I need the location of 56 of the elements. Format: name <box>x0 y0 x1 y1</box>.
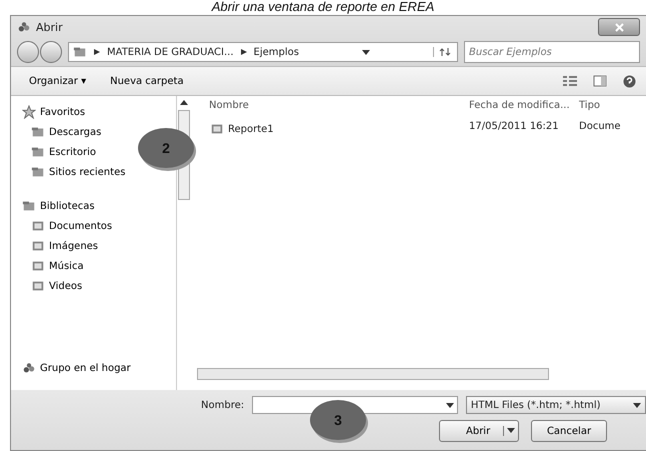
caption: Abrir una ventana de reporte en EREA <box>210 0 436 15</box>
sidebar-item[interactable]: Imágenes <box>21 238 100 254</box>
sidebar-item[interactable]: Descargas <box>21 124 102 140</box>
folder-icon <box>31 165 45 179</box>
file-item[interactable]: Reporte1 <box>209 121 469 137</box>
breadcrumb[interactable]: MATERIA DE GRADUACI... <box>107 46 234 58</box>
document-icon <box>31 279 45 293</box>
cancel-button[interactable]: Cancelar <box>531 420 607 442</box>
table-cell-text: 17/05/2011 16:21 <box>469 121 560 134</box>
folder-icon <box>31 125 45 139</box>
open-button[interactable]: Abrir <box>439 420 519 442</box>
column-header[interactable]: Nombre <box>209 100 469 111</box>
app-icon <box>17 20 31 34</box>
help-icon[interactable] <box>623 74 636 88</box>
refresh-icon[interactable] <box>432 47 453 57</box>
sidebar-item[interactable]: Grupo en el hogar <box>21 360 132 376</box>
dropdown-arrow-icon[interactable] <box>507 426 515 434</box>
filetype-dropdown[interactable]: HTML Files (*.htm; *.html) <box>466 396 646 414</box>
table-cell-text: Docume <box>579 121 622 134</box>
close-icon <box>614 22 624 32</box>
search-field[interactable]: Buscar Ejemplos <box>464 41 640 63</box>
folder-icon <box>31 145 45 159</box>
document-icon <box>210 122 224 136</box>
scroll-up-icon[interactable] <box>180 98 188 106</box>
folder-icon <box>73 45 87 59</box>
people-icon <box>22 361 36 375</box>
view-icon[interactable] <box>563 74 577 86</box>
column-header[interactable]: Fecha de modifica... <box>469 100 579 111</box>
toolbar-button[interactable]: Organizar ▾ <box>21 74 94 88</box>
breadcrumb[interactable]: Ejemplos <box>254 46 299 58</box>
star-icon <box>22 105 36 119</box>
document-icon <box>31 239 45 253</box>
dropdown-arrow-icon[interactable] <box>633 401 641 409</box>
dropdown-arrow-icon[interactable] <box>362 48 370 56</box>
sidebar-item[interactable]: Sitios recientes <box>21 164 126 180</box>
sidebar-item[interactable]: Documentos <box>21 218 114 234</box>
sidebar-item[interactable]: Favoritos <box>21 104 86 120</box>
address-bar[interactable]: MATERIA DE GRADUACI... Ejemplos <box>68 42 458 62</box>
chevron-icon[interactable] <box>93 48 101 56</box>
toolbar-button[interactable]: Nueva carpeta <box>102 74 192 88</box>
sidebar-item[interactable]: Escritorio <box>21 144 97 160</box>
panel-icon[interactable] <box>593 74 607 86</box>
back-button[interactable] <box>17 41 39 63</box>
sidebar-item[interactable]: Bibliotecas <box>21 198 96 214</box>
sidebar-item[interactable]: Música <box>21 258 85 274</box>
document-icon <box>31 219 45 233</box>
sidebar-item[interactable]: Videos <box>21 278 84 294</box>
chevron-icon[interactable] <box>240 48 248 56</box>
close-button[interactable] <box>598 18 640 36</box>
column-header[interactable]: Tipo <box>579 100 639 111</box>
field-label: Nombre: <box>201 400 244 410</box>
document-icon <box>31 259 45 273</box>
horizontal-scrollbar[interactable] <box>197 368 549 380</box>
window-title: Abrir <box>36 20 63 34</box>
forward-button[interactable] <box>40 41 62 63</box>
dropdown-arrow-icon[interactable] <box>446 401 454 409</box>
